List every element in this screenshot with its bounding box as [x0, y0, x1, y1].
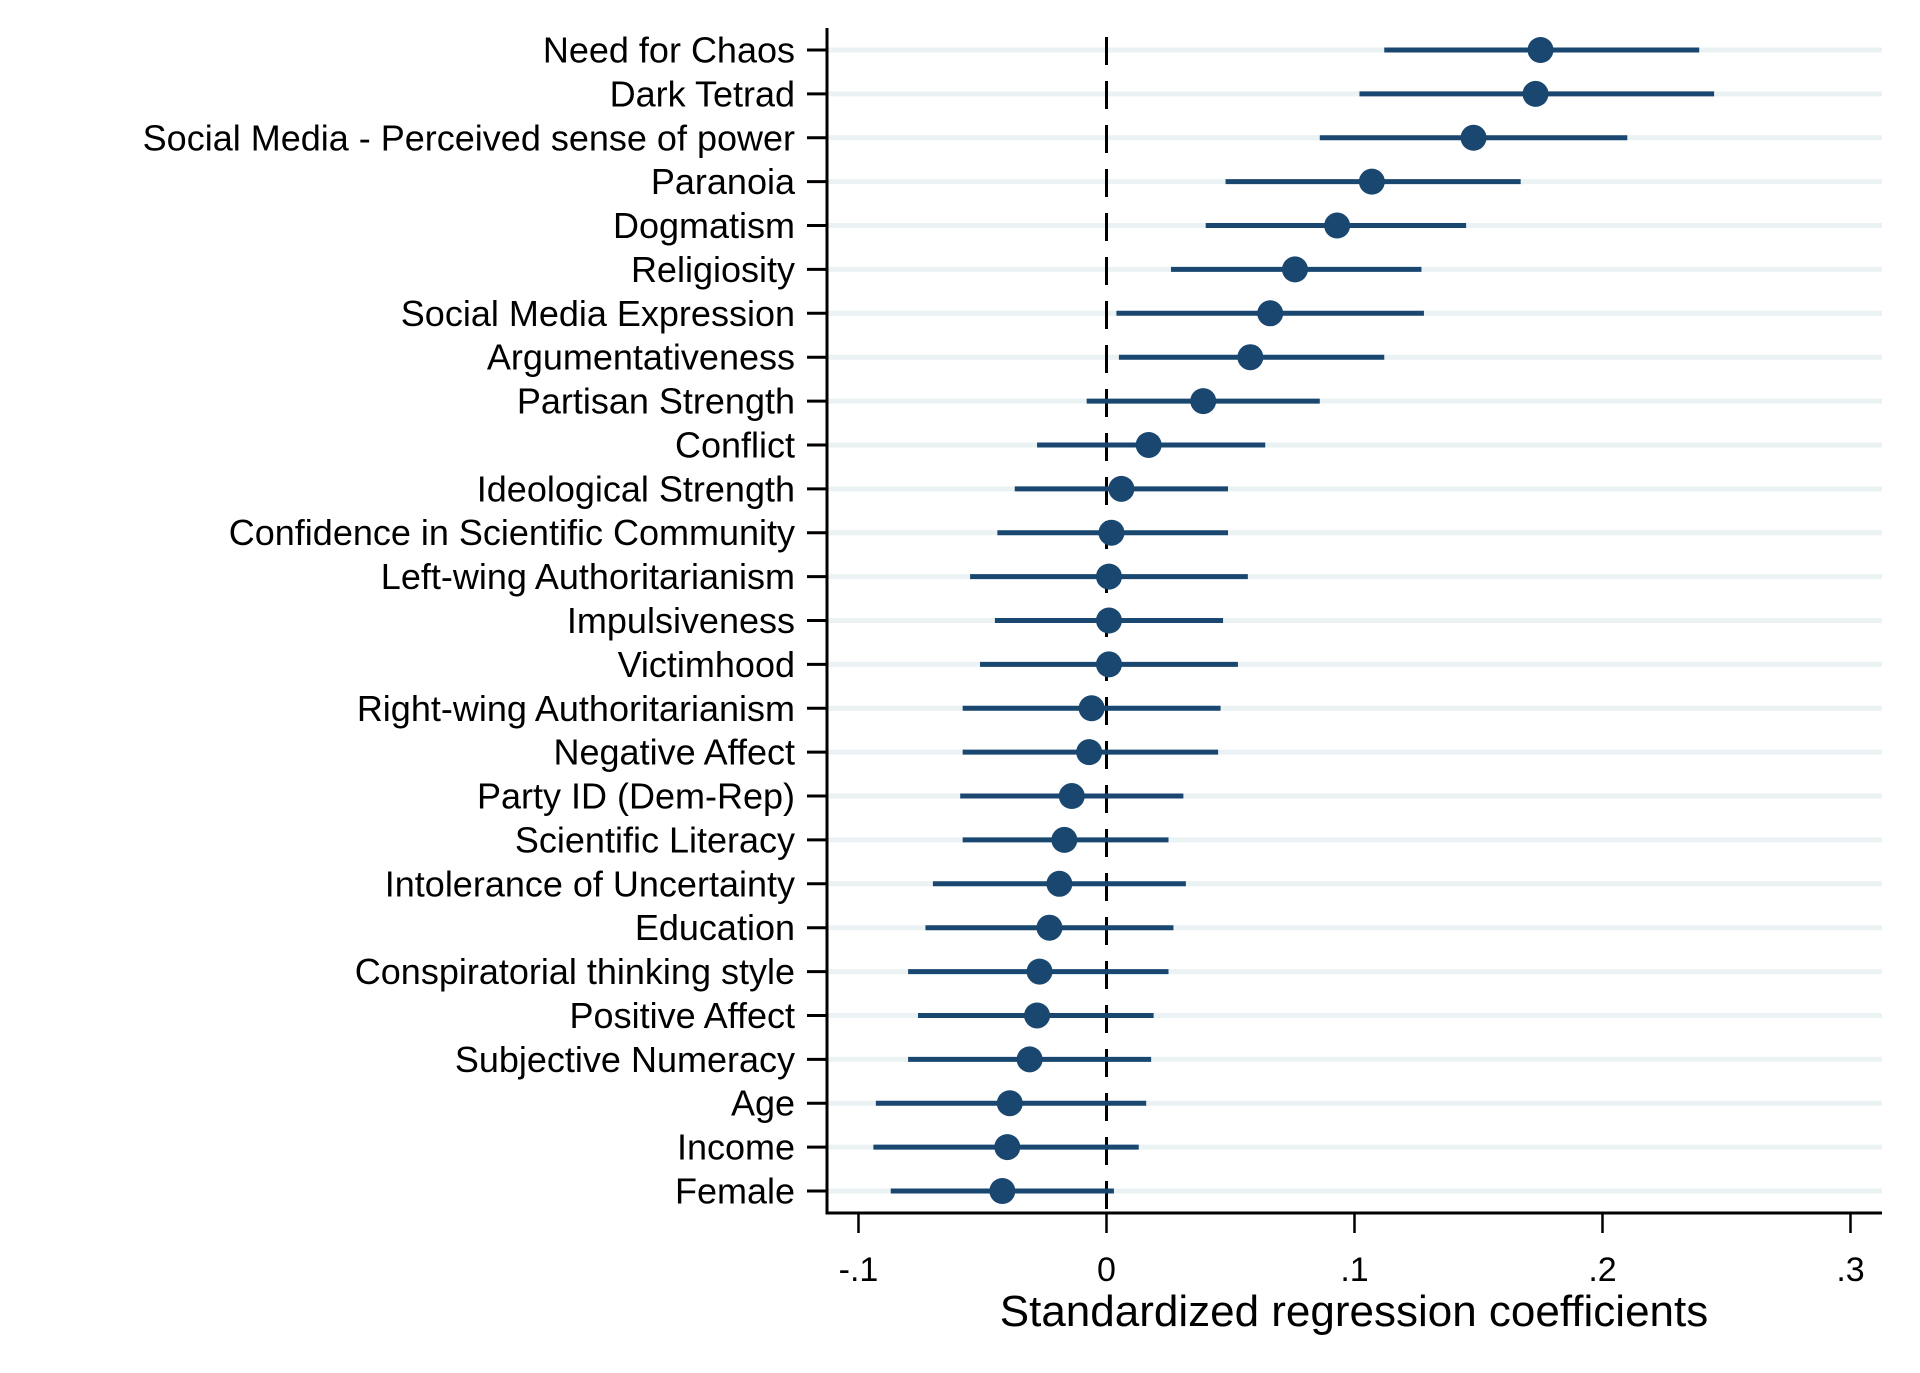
point-estimate [989, 1178, 1016, 1204]
point-estimate [1024, 1002, 1051, 1029]
point-estimate [1095, 563, 1122, 590]
y-tick-label: Negative Affect [554, 732, 796, 773]
point-estimate [1460, 124, 1487, 151]
point-estimate [1046, 870, 1073, 897]
y-tick-label: Ideological Strength [477, 468, 795, 509]
y-tick-label: Right-wing Authoritarianism [357, 688, 795, 729]
point-estimate [1281, 256, 1308, 283]
point-estimate [994, 1134, 1021, 1161]
y-tick-label: Left-wing Authoritarianism [381, 556, 795, 597]
y-tick-label: Conflict [675, 424, 795, 465]
y-tick-label: Paranoia [651, 161, 796, 202]
point-estimate [1051, 826, 1078, 853]
y-tick-label: Subjective Numeracy [455, 1039, 795, 1080]
x-axis-title: Standardized regression coefficients [1000, 1287, 1709, 1336]
point-estimate [1076, 739, 1103, 766]
y-tick-label: Partisan Strength [517, 381, 795, 422]
y-tick-label: Social Media Expression [401, 293, 795, 334]
x-tick-label: .1 [1340, 1251, 1368, 1289]
point-estimate [1098, 519, 1125, 546]
point-estimate [1237, 344, 1264, 371]
y-tick-label: Religiosity [631, 249, 795, 290]
point-estimate [1190, 388, 1217, 415]
y-tick-label: Scientific Literacy [515, 819, 795, 860]
point-estimate [1095, 607, 1122, 634]
y-tick-label: Party ID (Dem-Rep) [477, 776, 795, 817]
point-estimate [1135, 431, 1162, 458]
coefficient-plot: Need for ChaosDark TetradSocial Media - … [0, 0, 1920, 1373]
point-estimate [1078, 695, 1105, 722]
x-tick-label: 0 [1097, 1251, 1116, 1289]
point-estimate [996, 1090, 1023, 1117]
y-tick-label: Intolerance of Uncertainty [385, 863, 795, 904]
y-tick-label: Education [635, 907, 795, 948]
x-tick-label: .2 [1588, 1251, 1616, 1289]
point-estimate [1108, 475, 1135, 502]
y-tick-label: Social Media - Perceived sense of power [143, 117, 795, 158]
y-tick-label: Female [675, 1171, 795, 1212]
chart-background [0, 0, 1920, 1373]
point-estimate [1016, 1046, 1043, 1073]
x-tick-label: -.1 [839, 1251, 879, 1289]
y-tick-label: Argumentativeness [487, 337, 795, 378]
y-tick-label: Dark Tetrad [610, 73, 795, 114]
point-estimate [1522, 80, 1549, 107]
y-tick-label: Victimhood [618, 644, 795, 685]
y-tick-label: Confidence in Scientific Community [229, 512, 795, 553]
point-estimate [1358, 168, 1385, 195]
y-tick-label: Income [677, 1127, 795, 1168]
point-estimate [1026, 958, 1053, 985]
point-estimate [1095, 651, 1122, 678]
point-estimate [1058, 783, 1085, 810]
point-estimate [1257, 300, 1284, 327]
y-tick-label: Impulsiveness [567, 600, 795, 641]
y-tick-label: Positive Affect [570, 995, 795, 1036]
point-estimate [1036, 914, 1063, 941]
y-tick-label: Dogmatism [613, 205, 795, 246]
point-estimate [1324, 212, 1351, 239]
point-estimate [1527, 37, 1554, 63]
y-tick-label: Conspiratorial thinking style [355, 951, 795, 992]
y-tick-label: Age [731, 1083, 795, 1124]
y-tick-label: Need for Chaos [543, 30, 795, 71]
x-tick-label: .3 [1836, 1251, 1864, 1289]
